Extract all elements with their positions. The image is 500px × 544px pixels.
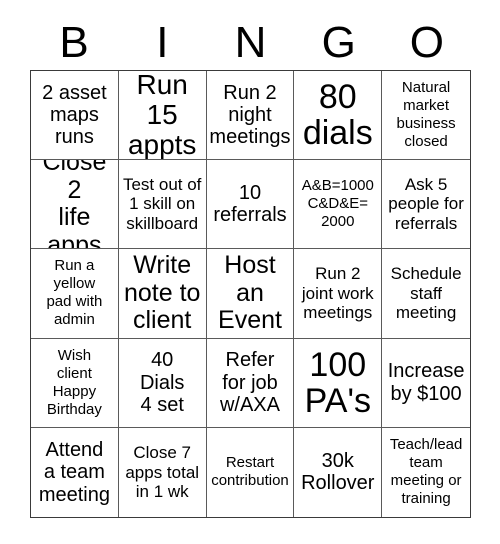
bingo-cell-label: Run 2 joint work meetings: [301, 263, 374, 323]
bingo-cell-r1c1[interactable]: 2 asset maps runs: [31, 71, 119, 161]
bingo-cell-r1c2[interactable]: Run 15 appts: [118, 71, 207, 161]
bingo-cell-label: Natural market business closed: [396, 79, 456, 151]
bingo-cell-label: Wish client Happy Birthday: [46, 346, 102, 418]
bingo-cell-r3c4[interactable]: Run 2 joint work meetings: [294, 249, 383, 339]
bingo-cell-label: Schedule staff meeting: [390, 263, 462, 323]
bingo-header-letter-g: G: [321, 18, 356, 67]
bingo-header-letter-i: I: [156, 18, 169, 67]
bingo-cell-r3c1[interactable]: Run a yellow pad with admin: [31, 249, 119, 339]
bingo-cell-r3c5[interactable]: Schedule staff meeting: [382, 249, 470, 339]
bingo-cell-label: Host an Event: [218, 251, 282, 335]
bingo-cell-label: Close 2 life apps: [42, 160, 107, 250]
bingo-cell-label: Teach/lead team meeting or training: [389, 436, 463, 508]
bingo-cell-label: Restart contribution: [211, 454, 289, 490]
bingo-cell-r2c3[interactable]: 10 referrals: [206, 160, 295, 250]
bingo-cell-label: A&B=1000 C&D&E= 2000: [301, 177, 374, 231]
bingo-cell-label: Run 15 appts: [127, 71, 197, 161]
bingo-cell-r1c4[interactable]: 80 dials: [294, 71, 383, 161]
bingo-cell-label: Increase by $100: [387, 360, 465, 405]
bingo-cell-r2c2[interactable]: Test out of 1 skill on skillboard: [118, 160, 207, 250]
bingo-cell-label: 10 referrals: [213, 181, 287, 227]
bingo-cell-r2c4[interactable]: A&B=1000 C&D&E= 2000: [294, 160, 383, 250]
bingo-cell-r2c5[interactable]: Ask 5 people for referrals: [382, 160, 470, 250]
bingo-header-letter-o: O: [409, 18, 445, 67]
bingo-cell-r3c2[interactable]: Write note to client: [118, 249, 207, 339]
bingo-cell-r5c1[interactable]: Attend a team meeting: [31, 427, 119, 517]
bingo-grid: 2 asset maps runs Run 15 appts Run 2 night…: [30, 70, 471, 518]
bingo-cell-label: Close 7 apps total in 1 wk: [125, 442, 200, 502]
bingo-header-row: B I N G O: [30, 16, 471, 70]
bingo-cell-label: Test out of 1 skill on skillboard: [122, 174, 202, 234]
bingo-header-letter-n: N: [234, 18, 267, 67]
bingo-cell-label: 30k Rollover: [301, 450, 375, 495]
bingo-cell-r4c2[interactable]: 40 Dials 4 set: [118, 338, 207, 428]
bingo-cell-label: Run a yellow pad with admin: [46, 257, 103, 329]
bingo-cell-label: 100 PA's: [304, 345, 371, 420]
bingo-cell-label: 80 dials: [302, 78, 373, 153]
bingo-cell-r4c5[interactable]: Increase by $100: [382, 338, 470, 428]
bingo-cell-r4c4[interactable]: 100 PA's: [294, 338, 383, 428]
bingo-cell-r5c3[interactable]: Restart contribution: [206, 427, 295, 517]
bingo-card: B I N G O 2 asset maps runs Run 15 appts R…: [0, 0, 500, 544]
bingo-cell-label: 2 asset maps runs: [42, 81, 107, 149]
bingo-cell-r4c3[interactable]: Refer for job w/AXA: [206, 338, 295, 428]
bingo-cell-r5c5[interactable]: Teach/lead team meeting or training: [382, 427, 470, 517]
bingo-cell-r2c1[interactable]: Close 2 life apps: [31, 160, 119, 250]
bingo-cell-label: Run 2 night meetings: [209, 81, 291, 149]
bingo-cell-r1c5[interactable]: Natural market business closed: [382, 71, 470, 161]
bingo-cell-r3c3[interactable]: Host an Event: [206, 249, 295, 339]
bingo-cell-r1c3[interactable]: Run 2 night meetings: [206, 71, 295, 161]
bingo-cell-label: Attend a team meeting: [38, 438, 110, 506]
bingo-cell-r5c2[interactable]: Close 7 apps total in 1 wk: [118, 427, 207, 517]
bingo-cell-label: Ask 5 people for referrals: [388, 174, 464, 234]
bingo-header-letter-b: B: [59, 18, 89, 67]
bingo-cell-r4c1[interactable]: Wish client Happy Birthday: [31, 338, 119, 428]
bingo-cell-label: 40 Dials 4 set: [139, 349, 185, 416]
bingo-cell-label: Write note to client: [123, 251, 201, 335]
bingo-cell-r5c4[interactable]: 30k Rollover: [294, 427, 383, 517]
bingo-cell-label: Refer for job w/AXA: [219, 349, 280, 416]
